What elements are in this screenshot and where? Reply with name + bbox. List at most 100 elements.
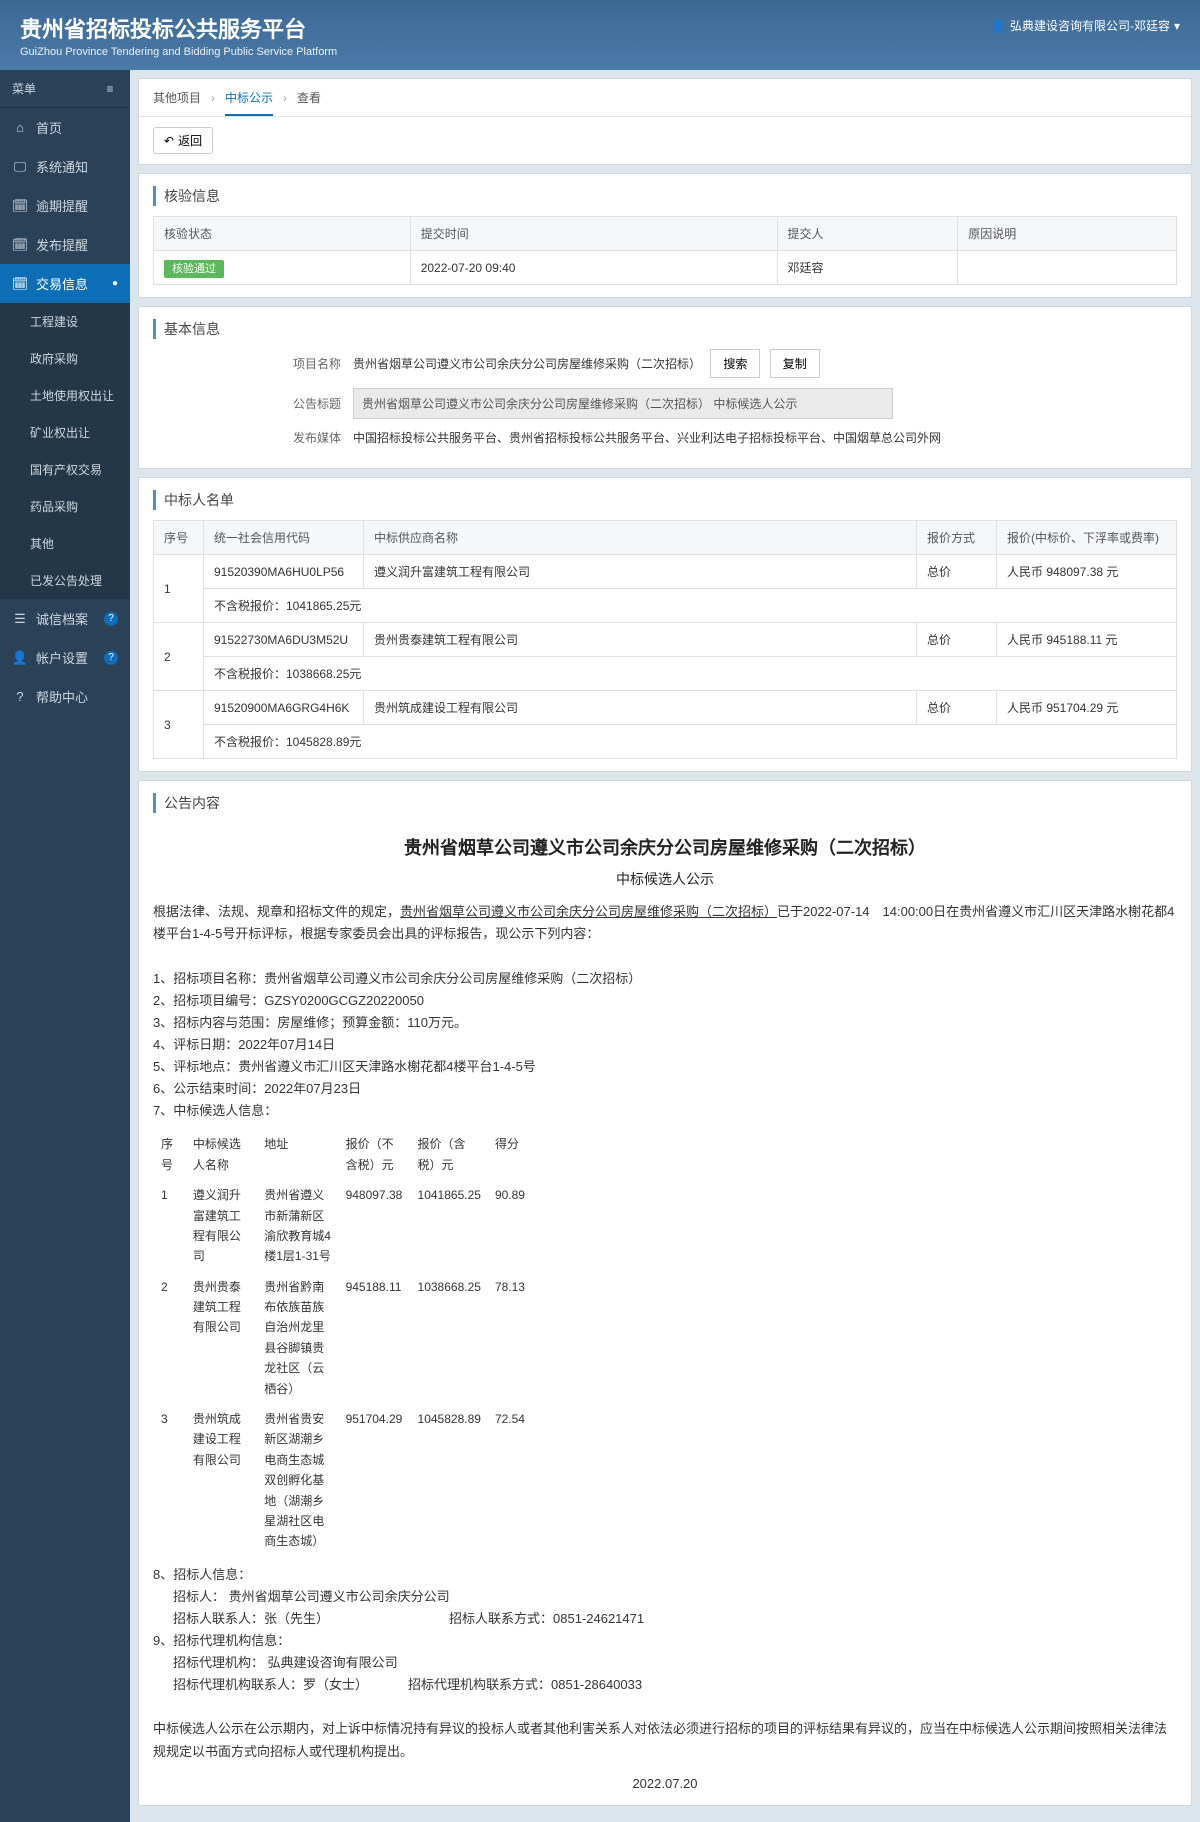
sidebar-item-label: 首页 bbox=[36, 118, 62, 137]
sidebar-item-help[interactable]: ? 帮助中心 bbox=[0, 677, 130, 716]
cell: 邓廷容 bbox=[777, 251, 958, 285]
sidebar-item-label: 工程建设 bbox=[30, 313, 78, 330]
breadcrumb-item[interactable]: 其他项目 bbox=[153, 89, 201, 106]
th: 中标候选人名称 bbox=[187, 1130, 256, 1179]
sub-item[interactable]: 矿业权出让 bbox=[0, 414, 130, 451]
cell: 贵州筑成建设工程有限公司 bbox=[364, 691, 917, 725]
sidebar-item-label: 政府采购 bbox=[30, 350, 78, 367]
cell: 1 bbox=[155, 1181, 185, 1271]
notice-date: 2022.07.20 bbox=[153, 1773, 1177, 1795]
breadcrumb-item[interactable]: 中标公示 bbox=[225, 89, 273, 116]
sub-item[interactable]: 国有产权交易 bbox=[0, 451, 130, 488]
status-badge: 核验通过 bbox=[164, 260, 224, 278]
th: 中标供应商名称 bbox=[364, 521, 917, 555]
sub-item[interactable]: 其他 bbox=[0, 525, 130, 562]
cell: 总价 bbox=[917, 691, 997, 725]
cell: 2 bbox=[154, 623, 204, 691]
sidebar-item-label: 土地使用权出让 bbox=[30, 387, 114, 404]
sidebar-item-credit[interactable]: ☰诚信档案? bbox=[0, 599, 130, 638]
cell: 贵州贵泰建筑工程有限公司 bbox=[187, 1273, 256, 1403]
th: 提交人 bbox=[777, 217, 958, 251]
sidebar-item-label: 国有产权交易 bbox=[30, 461, 102, 478]
line: 4、评标日期：2022年07月14日 bbox=[153, 1034, 1177, 1056]
header-title-block: 贵州省招标投标公共服务平台 GuiZhou Province Tendering… bbox=[20, 12, 337, 58]
table-row: 3贵州筑成建设工程有限公司贵州省贵安新区湖潮乡电商生态城双创孵化基地（湖潮乡星湖… bbox=[155, 1405, 531, 1556]
cell: 贵州省贵安新区湖潮乡电商生态城双创孵化基地（湖潮乡星湖社区电商生态城） bbox=[258, 1405, 337, 1556]
form-value: 贵州省烟草公司遵义市公司余庆分公司房屋维修采购（二次招标） 搜索 复制 bbox=[353, 349, 1177, 378]
monitor-icon: 🖵 bbox=[12, 159, 28, 175]
table-row: 不含税报价：1041865.25元 bbox=[154, 589, 1177, 623]
table-row: 1遵义润升富建筑工程有限公司贵州省遵义市新蒲新区渝欣教育城4楼1层1-31号94… bbox=[155, 1181, 531, 1271]
th: 报价（不含税）元 bbox=[340, 1130, 410, 1179]
sidebar-item-account[interactable]: 👤帐户设置? bbox=[0, 638, 130, 677]
table-row: 191520390MA6HU0LP56遵义润升富建筑工程有限公司总价人民币 94… bbox=[154, 555, 1177, 589]
sub-item[interactable]: 药品采购 bbox=[0, 488, 130, 525]
platform-subtitle: GuiZhou Province Tendering and Bidding P… bbox=[20, 46, 337, 58]
sidebar-item-home[interactable]: ⌂ 首页 bbox=[0, 108, 130, 147]
menu-collapse-icon[interactable]: ≡ bbox=[102, 81, 118, 97]
cell: 遵义润升富建筑工程有限公司 bbox=[364, 555, 917, 589]
cell: 人民币 948097.38 元 bbox=[997, 555, 1177, 589]
text: 招标人联系人：张（先生） bbox=[173, 1611, 329, 1626]
sub-item[interactable]: 政府采购 bbox=[0, 340, 130, 377]
cell: 总价 bbox=[917, 623, 997, 657]
cell: 1045828.89 bbox=[412, 1405, 487, 1556]
sidebar-item-publish[interactable]: 🗓发布提醒 bbox=[0, 225, 130, 264]
sidebar-item-trade[interactable]: 🗓交易信息● bbox=[0, 264, 130, 303]
cell: 贵州省黔南布依族苗族自治州龙里县谷脚镇贵龙社区（云栖谷） bbox=[258, 1273, 337, 1403]
cell: 72.54 bbox=[489, 1405, 531, 1556]
cell: 人民币 951704.29 元 bbox=[997, 691, 1177, 725]
user-menu[interactable]: 👤 弘典建设咨询有限公司-邓廷容 ▾ bbox=[990, 17, 1180, 34]
search-button[interactable]: 搜索 bbox=[710, 349, 760, 378]
collapse-icon: ● bbox=[112, 278, 118, 289]
verify-panel: 核验信息 核验状态 提交时间 提交人 原因说明 核验通过 2022-07-20 … bbox=[138, 173, 1192, 298]
list-icon: ☰ bbox=[12, 611, 28, 627]
help-icon: ? bbox=[12, 689, 28, 705]
th: 地址 bbox=[258, 1130, 337, 1179]
table-row: 不含税报价：1045828.89元 bbox=[154, 725, 1177, 759]
text: 贵州省烟草公司遵义市公司余庆分公司房屋维修采购（二次招标） bbox=[400, 904, 777, 919]
sub-item[interactable]: 工程建设 bbox=[0, 303, 130, 340]
notice-title-input[interactable]: 贵州省烟草公司遵义市公司余庆分公司房屋维修采购（二次招标） 中标候选人公示 bbox=[353, 388, 893, 419]
th: 提交时间 bbox=[410, 217, 777, 251]
cell: 不含税报价：1045828.89元 bbox=[204, 725, 1177, 759]
header: 贵州省招标投标公共服务平台 GuiZhou Province Tendering… bbox=[0, 0, 1200, 70]
th: 原因说明 bbox=[958, 217, 1177, 251]
notice-subtitle: 中标候选人公示 bbox=[153, 868, 1177, 892]
sub-item[interactable]: 已发公告处理 bbox=[0, 562, 130, 599]
platform-title: 贵州省招标投标公共服务平台 bbox=[20, 12, 337, 44]
sidebar-item-label: 已发公告处理 bbox=[30, 572, 102, 589]
cell: 951704.29 bbox=[340, 1405, 410, 1556]
back-icon: ↶ bbox=[164, 134, 174, 148]
sub-item[interactable]: 土地使用权出让 bbox=[0, 377, 130, 414]
help-badge: ? bbox=[104, 651, 118, 665]
calendar-icon: 🗓 bbox=[12, 237, 28, 253]
copy-button[interactable]: 复制 bbox=[770, 349, 820, 378]
notice-title: 贵州省烟草公司遵义市公司余庆分公司房屋维修采购（二次招标） bbox=[153, 833, 1177, 864]
back-button[interactable]: ↶返回 bbox=[153, 127, 213, 154]
form-label: 公告标题 bbox=[153, 395, 353, 412]
sidebar-item-label: 帐户设置 bbox=[36, 648, 88, 667]
cell bbox=[958, 251, 1177, 285]
section-title: 公告内容 bbox=[153, 793, 1177, 813]
sidebar-item-notice[interactable]: 🖵 系统通知 bbox=[0, 147, 130, 186]
paragraph: 中标候选人公示在公示期内，对上诉中标情况持有异议的投标人或者其他利害关系人对依法… bbox=[153, 1718, 1177, 1762]
line: 5、评标地点：贵州省遵义市汇川区天津路水榭花都4楼平台1-4-5号 bbox=[153, 1056, 1177, 1078]
cell: 91520390MA6HU0LP56 bbox=[204, 555, 364, 589]
sidebar-item-label: 矿业权出让 bbox=[30, 424, 90, 441]
text: 招标代理机构联系人：罗（女士） bbox=[173, 1677, 368, 1692]
sidebar: 菜单 ≡ ⌂ 首页 🖵 系统通知 🗓逾期提醒 🗓发布提醒 🗓 交易信息 ● 工程建设 政… bbox=[0, 70, 130, 1822]
winners-panel: 中标人名单 序号 统一社会信用代码 中标供应商名称 报价方式 报价(中标价、下浮… bbox=[138, 477, 1192, 772]
home-icon: ⌂ bbox=[12, 120, 28, 136]
menu-label: 菜单 bbox=[12, 80, 36, 97]
breadcrumb-item: 查看 bbox=[297, 89, 321, 106]
cell: 2022-07-20 09:40 bbox=[410, 251, 777, 285]
table-row: 391520900MA6GRG4H6K贵州筑成建设工程有限公司总价人民币 951… bbox=[154, 691, 1177, 725]
line: 招标人： 贵州省烟草公司遵义市公司余庆分公司 bbox=[153, 1586, 1177, 1608]
submenu: 工程建设 政府采购 土地使用权出让 矿业权出让 国有产权交易 药品采购 其他 已… bbox=[0, 303, 130, 599]
sidebar-item-label: 帮助中心 bbox=[36, 687, 88, 706]
th: 核验状态 bbox=[154, 217, 411, 251]
sidebar-item-label: 交易信息 bbox=[36, 274, 88, 293]
sidebar-item-overdue[interactable]: 🗓逾期提醒 bbox=[0, 186, 130, 225]
sidebar-item-label: 系统通知 bbox=[36, 157, 88, 176]
